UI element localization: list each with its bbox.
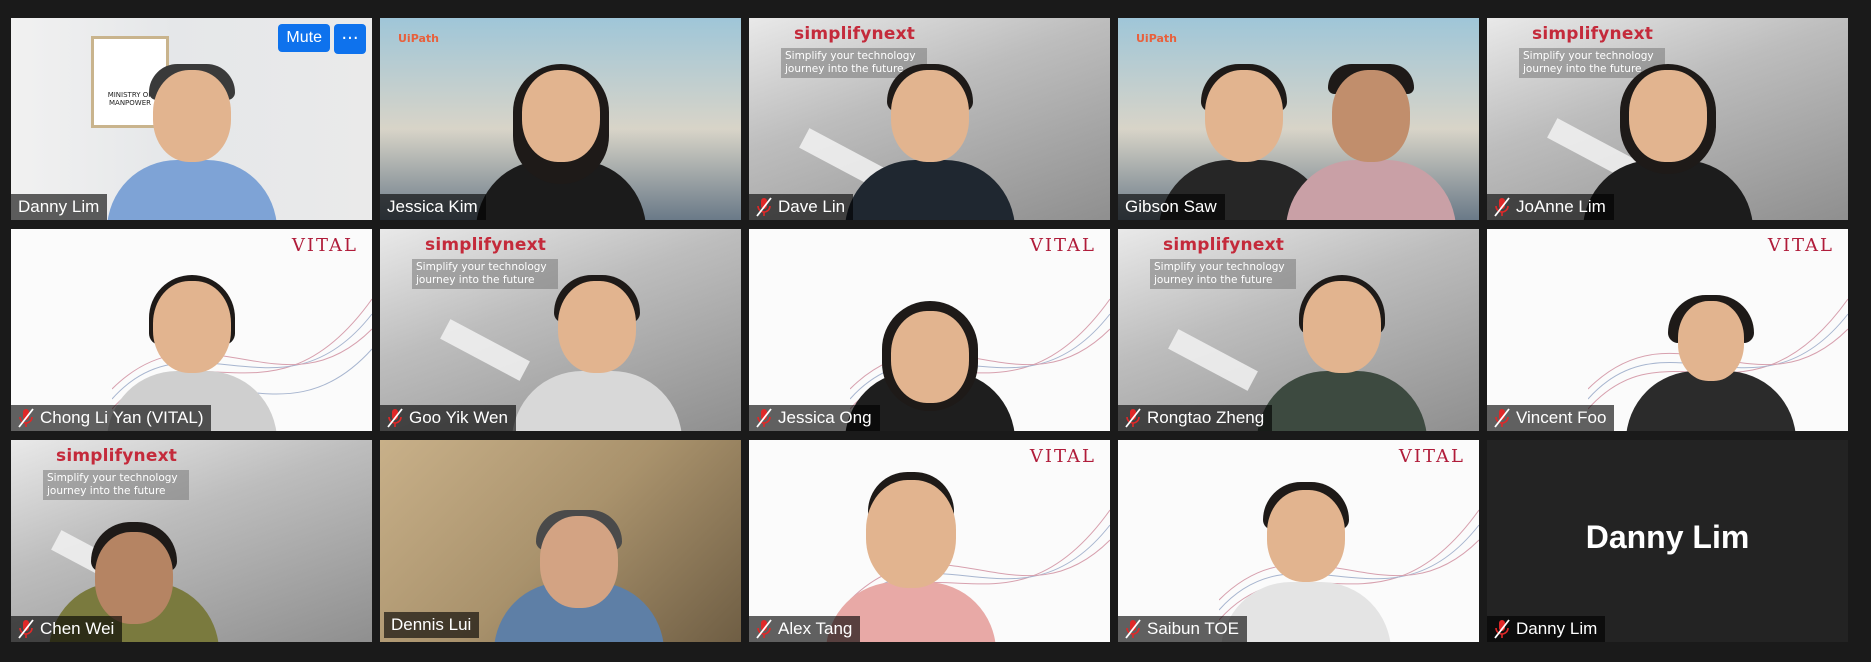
video-tile-camera-off[interactable]: Danny Lim Danny Lim xyxy=(1487,440,1848,642)
simplifynext-logo: simplifynext xyxy=(56,446,178,466)
video-tile[interactable]: simplifynext Simplify your technology jo… xyxy=(11,440,372,642)
video-tile[interactable]: simplifynext Simplify your technology jo… xyxy=(380,229,741,431)
vital-logo: VITAL xyxy=(1767,235,1834,256)
video-tile[interactable]: simplifynext Simplify your technology jo… xyxy=(1118,229,1479,431)
video-tile[interactable]: UiPath Jessica Kim xyxy=(380,18,741,220)
simplifynext-logo: simplifynext xyxy=(1532,24,1654,44)
vital-logo: VITAL xyxy=(1029,446,1096,467)
participant-nameplate: Goo Yik Wen xyxy=(380,405,516,431)
simplifynext-logo: simplifynext xyxy=(794,24,916,44)
participant-name: Rongtao Zheng xyxy=(1147,408,1265,427)
participant-video xyxy=(493,472,664,642)
simplifynext-logo: simplifynext xyxy=(1163,235,1285,255)
mic-off-icon xyxy=(387,408,403,428)
participant-name: Chen Wei xyxy=(40,619,115,638)
participant-name: Alex Tang xyxy=(778,619,853,638)
participant-video xyxy=(475,50,646,220)
participant-nameplate: Chen Wei xyxy=(11,616,123,642)
participant-nameplate: Danny Lim xyxy=(11,194,108,220)
more-options-button[interactable]: ··· xyxy=(334,24,366,54)
mic-off-icon xyxy=(18,408,34,428)
video-grid: MINISTRY OF MANPOWER Mute ··· Danny Lim … xyxy=(11,18,1848,642)
video-tile-active-speaker[interactable]: Dennis Lui xyxy=(380,440,741,642)
participant-nameplate: Jessica Ong xyxy=(749,405,880,431)
participant-video xyxy=(511,261,682,431)
mic-off-icon xyxy=(756,408,772,428)
uipath-logo: UiPath xyxy=(1136,32,1177,45)
mic-off-icon xyxy=(1494,408,1510,428)
participant-video-second xyxy=(1285,50,1456,220)
participant-video xyxy=(106,50,277,220)
mic-off-icon xyxy=(1125,619,1141,639)
video-tile[interactable]: VITAL Saibun TOE xyxy=(1118,440,1479,642)
participant-video xyxy=(1625,261,1796,431)
participant-video xyxy=(844,50,1015,220)
participant-name: Chong Li Yan (VITAL) xyxy=(40,408,204,427)
participant-nameplate: Rongtao Zheng xyxy=(1118,405,1273,431)
mic-off-icon xyxy=(1125,408,1141,428)
participant-name: JoAnne Lim xyxy=(1516,197,1606,216)
video-tile[interactable]: simplifynext Simplify your technology jo… xyxy=(749,18,1110,220)
video-tile[interactable]: UiPath Gibson Saw xyxy=(1118,18,1479,220)
video-tile[interactable]: VITAL Jessica Ong xyxy=(749,229,1110,431)
video-tile[interactable]: VITAL Chong Li Yan (VITAL) xyxy=(11,229,372,431)
participant-name: Jessica Kim xyxy=(387,197,478,216)
participant-nameplate: Dennis Lui xyxy=(384,612,480,638)
participant-nameplate: Vincent Foo xyxy=(1487,405,1615,431)
camera-off-display-name: Danny Lim xyxy=(1585,518,1750,555)
participant-nameplate: Jessica Kim xyxy=(380,194,486,220)
mic-off-icon xyxy=(1494,619,1510,639)
simplifynext-logo: simplifynext xyxy=(425,235,547,255)
participant-nameplate: JoAnne Lim xyxy=(1487,194,1614,220)
participant-name: Dennis Lui xyxy=(391,615,472,634)
participant-name: Vincent Foo xyxy=(1516,408,1607,427)
participant-nameplate: Gibson Saw xyxy=(1118,194,1225,220)
video-tile[interactable]: MINISTRY OF MANPOWER Mute ··· Danny Lim xyxy=(11,18,372,220)
mic-off-icon xyxy=(18,619,34,639)
participant-name: Dave Lin xyxy=(778,197,846,216)
mic-off-icon xyxy=(756,619,772,639)
participant-name: Danny Lim xyxy=(18,197,100,216)
vital-logo: VITAL xyxy=(1029,235,1096,256)
vital-logo: VITAL xyxy=(1398,446,1465,467)
mute-button[interactable]: Mute xyxy=(278,24,330,52)
participant-video xyxy=(1256,261,1427,431)
video-tile[interactable]: VITAL Vincent Foo xyxy=(1487,229,1848,431)
participant-nameplate: Alex Tang xyxy=(749,616,861,642)
participant-nameplate: Chong Li Yan (VITAL) xyxy=(11,405,212,431)
participant-name: Jessica Ong xyxy=(778,408,872,427)
uipath-logo: UiPath xyxy=(398,32,439,45)
participant-nameplate: Saibun TOE xyxy=(1118,616,1247,642)
participant-name: Saibun TOE xyxy=(1147,619,1239,638)
video-tile[interactable]: simplifynext Simplify your technology jo… xyxy=(1487,18,1848,220)
mic-off-icon xyxy=(1494,197,1510,217)
participant-nameplate: Danny Lim xyxy=(1487,616,1606,642)
mic-off-icon xyxy=(756,197,772,217)
video-tile[interactable]: VITAL Alex Tang xyxy=(749,440,1110,642)
participant-nameplate: Dave Lin xyxy=(749,194,854,220)
participant-name: Goo Yik Wen xyxy=(409,408,508,427)
participant-name: Gibson Saw xyxy=(1125,197,1217,216)
vital-logo: VITAL xyxy=(291,235,358,256)
participant-name: Danny Lim xyxy=(1516,619,1598,638)
